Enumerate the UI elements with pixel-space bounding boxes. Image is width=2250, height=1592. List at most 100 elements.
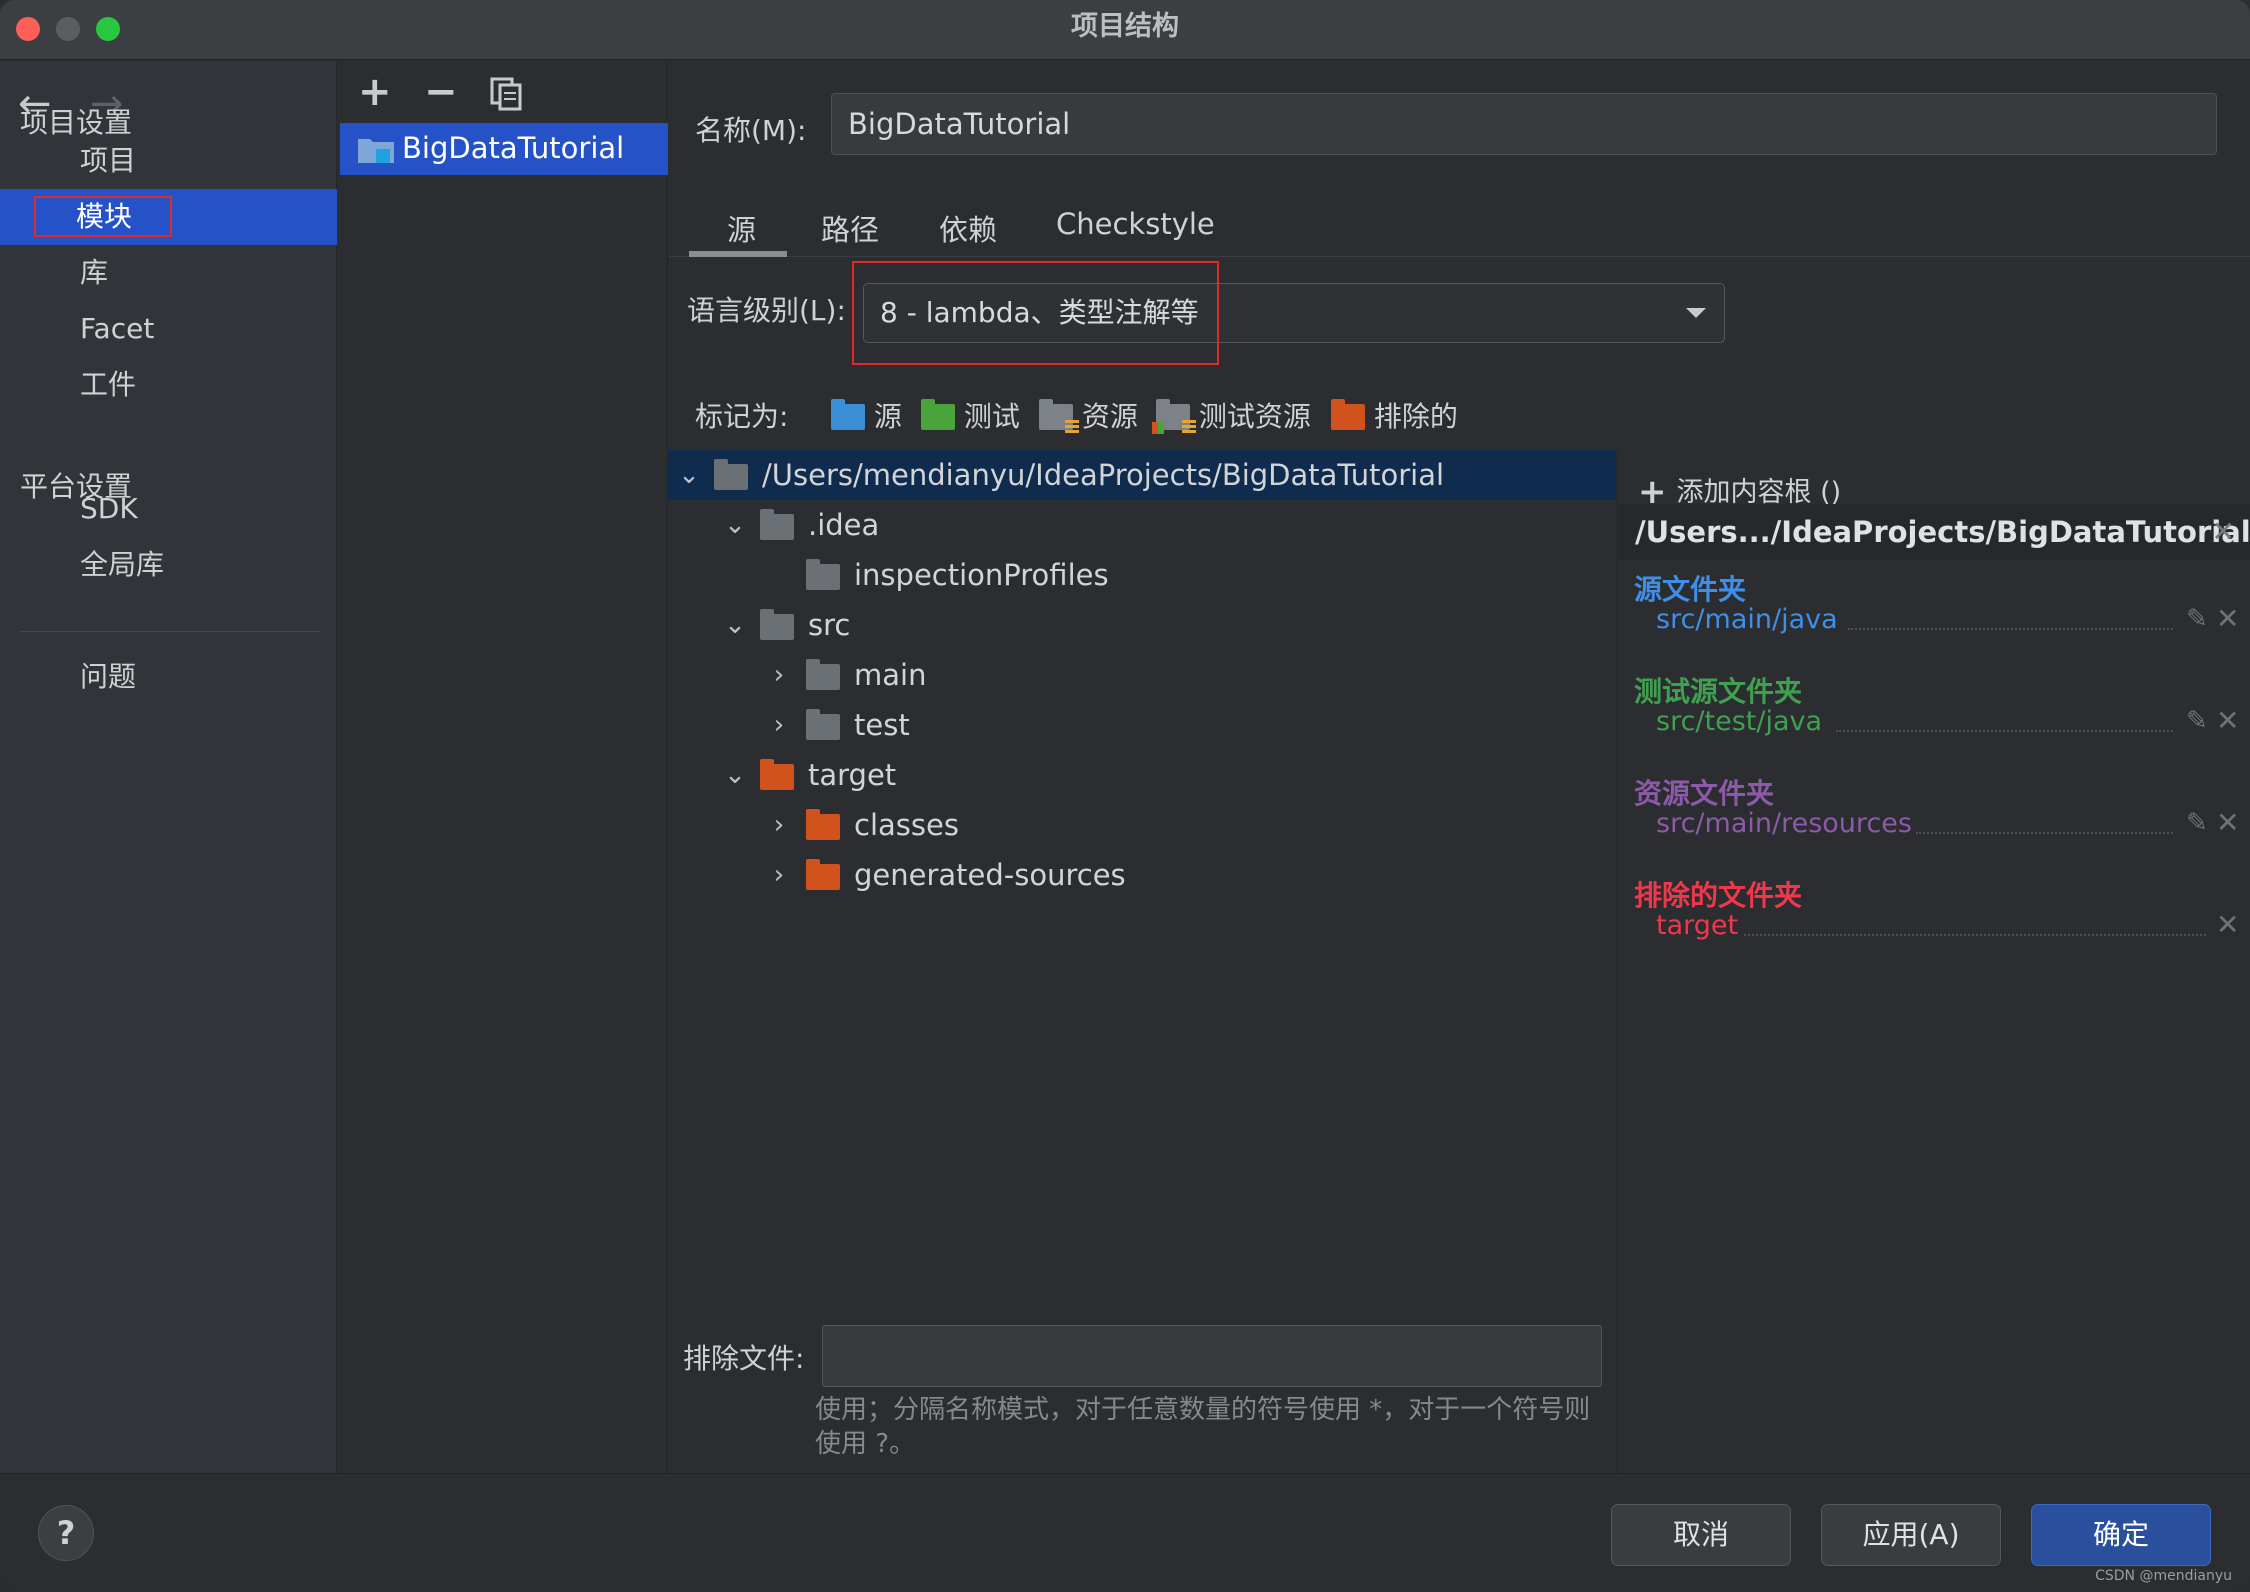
tree-row-label: classes — [854, 808, 959, 842]
nav-item-sdk[interactable]: SDK — [0, 481, 337, 537]
leader-dots — [1916, 832, 2173, 834]
tree-row-label: generated-sources — [854, 858, 1126, 892]
mark-as-label: 标记为: — [695, 400, 789, 433]
language-level-label: 语言级别(L): — [687, 294, 846, 327]
test-folder-icon — [921, 399, 955, 430]
edit-icon[interactable]: ✎ — [2186, 604, 2208, 634]
mark-as-sources-button[interactable]: 源 — [831, 395, 902, 435]
help-button[interactable]: ? — [38, 1505, 94, 1561]
tree-row[interactable]: › generated-sources — [668, 850, 1616, 900]
module-name-field[interactable]: BigDataTutorial — [831, 93, 2217, 155]
resource-folder-icon — [1039, 399, 1079, 434]
folder-icon — [760, 509, 794, 540]
folder-icon — [806, 709, 840, 740]
tab-sources[interactable]: 源 — [727, 207, 756, 249]
tab-checkstyle[interactable]: Checkstyle — [1056, 207, 1215, 241]
excluded-folders-heading: 排除的文件夹 — [1634, 879, 1803, 912]
module-folder-icon — [358, 139, 394, 163]
tree-row[interactable]: ⌄ .idea — [668, 500, 1616, 550]
excluded-folder-icon — [806, 859, 840, 890]
test-source-folder-path: src/test/java — [1656, 706, 1823, 737]
close-icon[interactable]: ✕ — [2216, 908, 2239, 941]
copy-icon[interactable] — [490, 75, 522, 121]
tree-row[interactable]: ⌄ /Users/mendianyu/IdeaProjects/BigDataT… — [668, 450, 1616, 500]
folder-icon — [760, 609, 794, 640]
leader-dots — [1744, 934, 2206, 936]
tree-row[interactable]: › test — [668, 700, 1616, 750]
tree-row-label: src — [808, 608, 851, 642]
tab-dependencies[interactable]: 依赖 — [939, 207, 997, 249]
watermark: CSDN @mendianyu — [2095, 1568, 2232, 1584]
module-list-item[interactable]: BigDataTutorial — [340, 123, 668, 175]
source-folder-icon — [831, 399, 865, 430]
nav-item-libraries[interactable]: 库 — [0, 245, 337, 301]
leader-dots — [1848, 628, 2173, 630]
chevron-right-icon[interactable]: › — [764, 700, 794, 750]
chevron-down-icon[interactable]: ⌄ — [720, 600, 750, 650]
exclude-files-hint: 使用；分隔名称模式，对于任意数量的符号使用 *，对于一个符号则使用 ?。 — [815, 1395, 1591, 1459]
title-bar: 项目结构 — [0, 0, 2250, 60]
mark-label: 测试资源 — [1198, 400, 1311, 433]
chevron-down-icon[interactable]: ⌄ — [674, 450, 704, 500]
nav-item-label: 问题 — [80, 660, 137, 693]
tree-row[interactable]: ⌄ src — [668, 600, 1616, 650]
nav-item-artifacts[interactable]: 工件 — [0, 357, 337, 413]
edit-icon[interactable]: ✎ — [2186, 706, 2208, 736]
chevron-down-icon[interactable]: ⌄ — [720, 500, 750, 550]
nav-item-facets[interactable]: Facet — [0, 301, 337, 357]
module-settings: 名称(M): BigDataTutorial 源 路径 依赖 Checkstyl… — [668, 61, 2250, 1473]
ok-button[interactable]: 确定 — [2031, 1504, 2211, 1566]
nav-item-label: Facet — [80, 312, 155, 345]
test-resource-folder-icon — [1152, 399, 1196, 434]
tree-row-label: inspectionProfiles — [854, 558, 1109, 592]
close-icon[interactable]: ✕ — [2216, 602, 2239, 635]
tree-row-label: test — [854, 708, 910, 742]
highlight-box — [852, 261, 1219, 365]
nav-item-global-libraries[interactable]: 全局库 — [0, 537, 337, 593]
test-source-folders-heading: 测试源文件夹 — [1634, 675, 1803, 708]
folder-tree: ⌄ /Users/mendianyu/IdeaProjects/BigDataT… — [668, 450, 1616, 1350]
tab-paths[interactable]: 路径 — [821, 207, 879, 249]
resource-folders-heading: 资源文件夹 — [1634, 777, 1775, 810]
tree-row[interactable]: inspectionProfiles — [668, 550, 1616, 600]
chevron-right-icon[interactable]: › — [764, 650, 794, 700]
folder-icon — [806, 559, 840, 590]
mark-label: 源 — [873, 400, 902, 433]
content-root-path-label: /Users.../IdeaProjects/BigDataTutorial — [1635, 515, 2250, 549]
tree-row[interactable]: ⌄ target — [668, 750, 1616, 800]
mark-as-excluded-button[interactable]: 排除的 — [1331, 395, 1458, 435]
excluded-folder-path: target — [1656, 910, 1739, 941]
apply-button[interactable]: 应用(A) — [1821, 1504, 2001, 1566]
nav-item-label: 工件 — [80, 368, 137, 401]
module-tabs: 源 路径 依赖 Checkstyle — [669, 191, 2250, 257]
mark-as-tests-button[interactable]: 测试 — [921, 395, 1020, 435]
nav-item-label: SDK — [80, 492, 138, 525]
nav-item-problems[interactable]: 问题 — [0, 649, 337, 705]
close-icon[interactable]: ✕ — [2212, 504, 2235, 560]
remove-icon[interactable]: − — [424, 69, 458, 115]
chevron-right-icon[interactable]: › — [764, 800, 794, 850]
source-folders-heading: 源文件夹 — [1634, 573, 1747, 606]
folder-icon — [714, 459, 748, 490]
exclude-files-field[interactable] — [822, 1325, 1602, 1387]
resource-folder-path: src/main/resources — [1656, 808, 1912, 839]
tree-row[interactable]: › main — [668, 650, 1616, 700]
add-icon[interactable]: + — [358, 69, 392, 115]
nav-item-label: 库 — [80, 256, 109, 289]
chevron-down-icon[interactable]: ⌄ — [720, 750, 750, 800]
mark-as-resources-button[interactable]: 资源 — [1039, 395, 1138, 435]
close-icon[interactable]: ✕ — [2216, 806, 2239, 839]
window-title: 项目结构 — [1071, 11, 1179, 42]
nav-item-label: 项目 — [80, 144, 137, 177]
tree-row[interactable]: › classes — [668, 800, 1616, 850]
close-icon[interactable]: ✕ — [2216, 704, 2239, 737]
nav-item-project[interactable]: 项目 — [0, 133, 337, 189]
excluded-folder-icon — [806, 809, 840, 840]
mark-as-test-resources-button[interactable]: 测试资源 — [1152, 395, 1311, 435]
edit-icon[interactable]: ✎ — [2186, 808, 2208, 838]
chevron-right-icon[interactable]: › — [764, 850, 794, 900]
excluded-folder-icon — [760, 759, 794, 790]
tree-row-label: .idea — [808, 508, 880, 542]
cancel-button[interactable]: 取消 — [1611, 1504, 1791, 1566]
nav-item-modules[interactable]: 模块 — [0, 189, 337, 245]
